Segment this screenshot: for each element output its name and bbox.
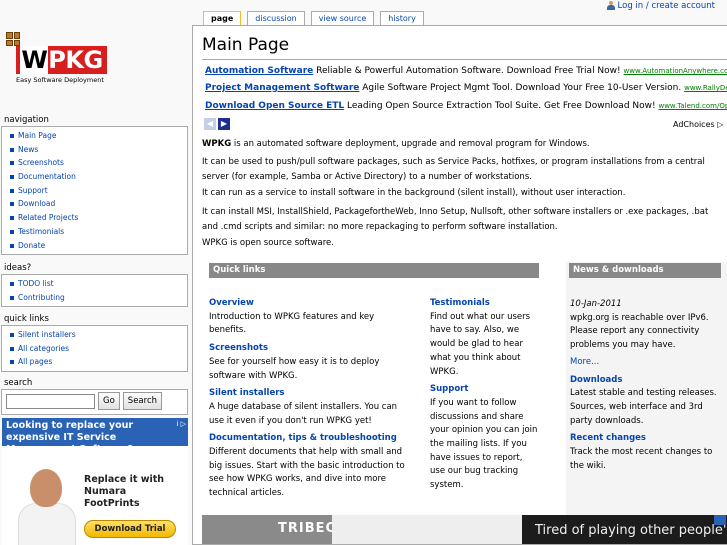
sidebar-item-contributing[interactable]: Contributing (8, 291, 187, 305)
ad-headline: Looking to replace your expensive IT Ser… (2, 418, 188, 455)
left-banner-ad[interactable]: Looking to replace your expensive IT Ser… (2, 418, 188, 545)
quick-links-list: Silent installers All categories All pages (1, 325, 188, 373)
tab-history[interactable]: history (380, 11, 424, 25)
paragraph-open-source: WPKG is open source software. (202, 238, 334, 248)
quick-links-title: Quick links (209, 263, 539, 278)
personal-tools: Log in / create account (606, 0, 715, 11)
ideas-heading: ideas? (4, 263, 32, 273)
sidebar-item-news[interactable]: News (8, 143, 187, 157)
tab-discussion[interactable]: discussion (247, 11, 305, 25)
ad-navigation: ◀ ▶ (204, 118, 230, 130)
text-ad: Project Management Software Agile Softwa… (205, 83, 727, 93)
paragraph-push-pull: It can be used to push/pull software pac… (202, 157, 705, 182)
ad-person-image (16, 463, 78, 545)
quick-link-description: Different documents that help with small… (209, 447, 405, 499)
news-text: wpkg.org is reachable over IPv6. Please … (570, 312, 709, 351)
paragraph-installers: It can install MSI, InstallShield, Packa… (202, 207, 709, 232)
page-tabs: page discussion view source history (203, 11, 424, 26)
cube-icon (6, 32, 20, 46)
intro-bold: WPKG (202, 139, 232, 149)
next-ad-button[interactable]: ▶ (218, 118, 230, 130)
sidebar-item-all-pages[interactable]: All pages (8, 355, 187, 369)
news-date: 10-Jan-2011 (570, 299, 622, 309)
text-ad-text: Leading Open Source Extraction Tool Suit… (347, 101, 656, 111)
news-more-link[interactable]: More... (570, 356, 720, 370)
ad-info-icon[interactable]: i ▷ (176, 420, 186, 428)
tab-page[interactable]: page (203, 11, 242, 26)
quick-link-description: Introduction to WPKG features and key be… (209, 311, 375, 336)
logo-tagline: Easy Software Deployment (16, 76, 104, 84)
text-ad-url[interactable]: www.RallyDev.com (684, 84, 727, 92)
sidebar-item-all-categories[interactable]: All categories (8, 342, 187, 356)
downloads-link[interactable]: Downloads (570, 374, 720, 388)
text-ad-text: Agile Software Project Mgmt Tool. Downlo… (362, 83, 682, 93)
sidebar-item-screenshots[interactable]: Screenshots (8, 156, 187, 170)
quick-link-overview[interactable]: Overview (209, 297, 409, 311)
news-column: 10-Jan-2011 wpkg.org is reachable over I… (570, 298, 720, 473)
search-input[interactable] (6, 393, 95, 409)
recent-changes-text: Track the most recent changes to the wik… (570, 447, 713, 471)
sidebar-item-support[interactable]: Support (8, 184, 187, 198)
bottom-banner-ad[interactable]: TRIBECA Tired of playing other people's (202, 515, 727, 544)
download-trial-button[interactable]: Download Trial (84, 520, 176, 538)
navigation-portlet: navigation Main Page News Screenshots Docum… (1, 114, 188, 256)
sidebar-item-silent-installers[interactable]: Silent installers (8, 328, 187, 342)
sidebar-item-download[interactable]: Download (8, 197, 187, 211)
navigation-list: Main Page News Screenshots Documentation Sup… (1, 126, 188, 256)
ad-info-icon[interactable] (714, 515, 726, 525)
text-ad-title[interactable]: Project Management Software (205, 83, 359, 93)
sidebar-item-main-page[interactable]: Main Page (8, 129, 187, 143)
ideas-list: TODO list Contributing (1, 274, 188, 308)
recent-changes-link[interactable]: Recent changes (570, 432, 720, 446)
prev-ad-button[interactable]: ◀ (204, 118, 216, 130)
quick-link-description: Find out what our users have to say. Als… (430, 311, 531, 377)
ideas-portlet: ideas? TODO list Contributing (1, 262, 188, 308)
login-link[interactable]: Log in / create account (618, 1, 715, 11)
intro-paragraph: WPKG is an automated software deployment… (202, 139, 590, 149)
tab-view-source[interactable]: view source (310, 11, 375, 25)
text-ad-text: Reliable & Powerful Automation Software.… (316, 66, 621, 76)
go-button[interactable]: Go (98, 392, 120, 410)
heading-divider (202, 59, 727, 60)
sidebar-item-donate[interactable]: Donate (8, 239, 187, 253)
logo-wordmark: WPKG (16, 46, 107, 74)
quick-link-description: If you want to follow discussions and sh… (430, 397, 538, 491)
sidebar-item-todo-list[interactable]: TODO list (8, 277, 187, 291)
text-ad-title[interactable]: Download Open Source ETL (205, 101, 344, 111)
quick-links-portlet: quick links Silent installers All categor… (1, 313, 188, 373)
quick-link-support[interactable]: Support (430, 383, 538, 397)
sidebar-item-related-projects[interactable]: Related Projects (8, 211, 187, 225)
text-ad-url[interactable]: www.Talend.com/Open_Sou (658, 102, 727, 110)
ad-choices-link[interactable]: AdChoices ▷ (673, 120, 723, 129)
ad-copy: Replace it with Numara FootPrints (84, 474, 165, 509)
quick-link-documentation-tips-troubleshooting[interactable]: Documentation, tips & troubleshooting (209, 432, 409, 446)
quick-links-left-column: Overview Introduction to WPKG features an… (209, 297, 409, 501)
sidebar-item-documentation[interactable]: Documentation (8, 170, 187, 184)
quick-links-heading: quick links (4, 314, 49, 324)
quick-link-screenshots[interactable]: Screenshots (209, 342, 409, 356)
navigation-heading: navigation (4, 115, 49, 125)
content-area: Main Page Automation Software Reliable &… (192, 25, 727, 545)
text-ad: Download Open Source ETL Leading Open So… (205, 101, 727, 111)
quick-link-silent-installers[interactable]: Silent installers (209, 387, 409, 401)
quick-link-description: A huge database of silent installers. Yo… (209, 401, 398, 426)
text-ad-url[interactable]: www.AutomationAnywhere.com (624, 67, 727, 75)
quick-link-testimonials[interactable]: Testimonials (430, 297, 538, 311)
quick-links-right-column: Testimonials Find out what our users have… (430, 297, 538, 493)
news-title: News & downloads (569, 263, 721, 278)
search-button[interactable]: Search (122, 392, 162, 410)
user-icon (606, 1, 615, 10)
wpkg-logo[interactable]: WPKG Easy Software Deployment (6, 32, 107, 86)
downloads-text: Latest stable and testing releases. Sour… (570, 388, 717, 426)
quick-link-description: See for yourself how easy it is to deplo… (209, 356, 380, 381)
sidebar-item-testimonials[interactable]: Testimonials (8, 225, 187, 239)
text-ad-title[interactable]: Automation Software (205, 66, 313, 76)
ad-slogan: Tired of playing other people's (535, 523, 727, 538)
page-title: Main Page (202, 35, 290, 55)
search-portlet: search Go Search (1, 377, 188, 415)
paragraph-service: It can run as a service to install softw… (202, 188, 626, 198)
search-form: Go Search (1, 389, 188, 415)
text-ad: Automation Software Reliable & Powerful … (205, 66, 727, 76)
search-heading: search (4, 378, 33, 388)
